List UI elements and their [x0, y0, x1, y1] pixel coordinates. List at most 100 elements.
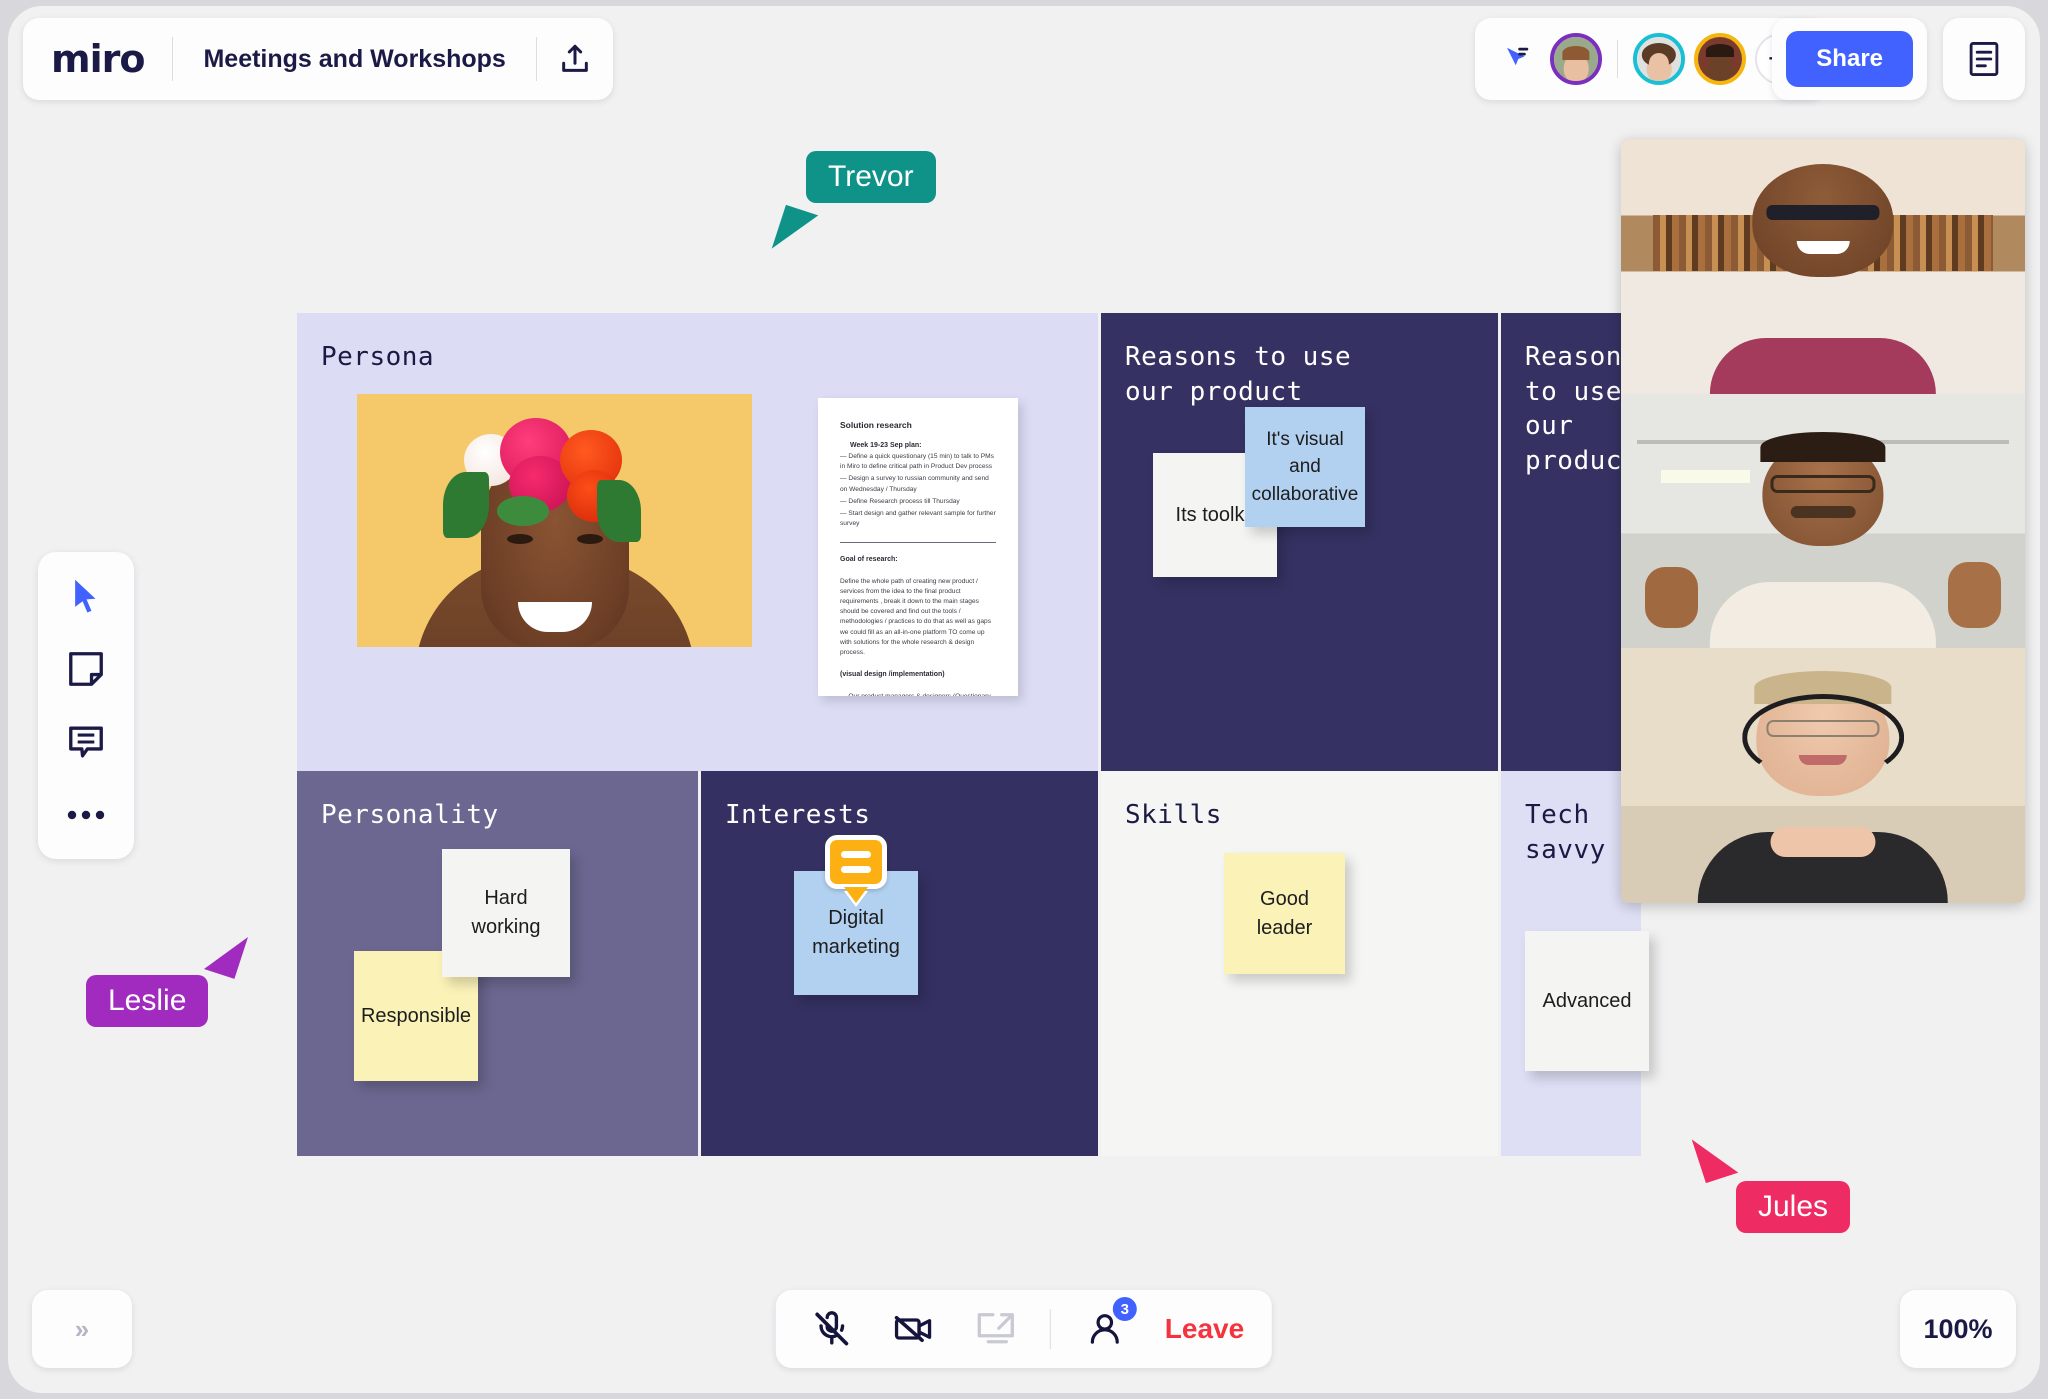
left-toolbar [38, 552, 134, 859]
tile3-hands [1770, 826, 1876, 858]
section-title-personality: Personality [321, 800, 499, 830]
section-divider [1098, 771, 1101, 1156]
section-title-persona: Persona [321, 342, 435, 372]
tile2-moustache [1790, 505, 1856, 519]
persona-photo[interactable] [357, 394, 752, 647]
tile2-hair [1760, 431, 1886, 463]
doc-title: Solution research [840, 420, 912, 430]
doc-goal-heading: Goal of research: [840, 555, 898, 563]
more-tools-icon[interactable] [57, 786, 115, 844]
mic-muted-icon[interactable] [804, 1301, 860, 1357]
comment-tool[interactable] [57, 713, 115, 771]
select-tool[interactable] [57, 567, 115, 625]
doc-plan-line: — Define a quick questionary (15 min) to… [840, 453, 994, 471]
doc-goal-body: Define the whole path of creating new pr… [840, 577, 992, 657]
upload-icon[interactable] [537, 18, 613, 100]
miro-logo[interactable]: miro [51, 37, 145, 81]
tile2-glasses [1770, 475, 1876, 493]
cursor-arrow-leslie [203, 927, 249, 979]
section-divider [1098, 313, 1101, 771]
cursor-label-leslie: Leslie [86, 975, 209, 1027]
share-button[interactable]: Share [1786, 31, 1913, 87]
avatar-member-3[interactable] [1694, 33, 1746, 85]
section-title-skills: Skills [1125, 800, 1222, 830]
cursor-label-jules: Jules [1736, 1181, 1851, 1233]
notes-panel-bar [1943, 18, 2025, 100]
board-title-bar: miro Meetings and Workshops [23, 18, 613, 100]
avatar-hair [1705, 44, 1735, 58]
doc-plan-line: — Define Research process till Thursday [840, 497, 960, 505]
avatar-hair [1562, 45, 1590, 60]
cursor-arrow-trevor [771, 204, 819, 260]
doc-divider [840, 541, 996, 543]
avatar-member-2[interactable] [1633, 33, 1685, 85]
avatar-member-1[interactable] [1550, 33, 1602, 85]
comment-badge-icon[interactable] [825, 835, 887, 889]
video-call-panel[interactable] [1621, 139, 2025, 903]
doc-note: — Our product managers & designers (Ques… [840, 692, 996, 696]
persona-eye-right [576, 534, 603, 544]
video-tile-3[interactable] [1621, 648, 2025, 903]
tile2-thumb-right [1948, 561, 2001, 628]
board-section-skills[interactable]: Skills Good leader [1098, 771, 1501, 1156]
doc-plan-line: — Start design and gather relevant sampl… [840, 510, 996, 528]
tile1-person-head [1752, 164, 1894, 277]
persona-eye-left [506, 534, 533, 544]
tile2-thumb-left [1645, 566, 1698, 628]
leaf-right [597, 480, 641, 542]
divider [1617, 40, 1618, 78]
tile3-headset [1742, 694, 1904, 781]
tile2-light [1661, 470, 1751, 483]
section-title-reasons-1: Reasons to use our product [1125, 342, 1352, 407]
participants-button[interactable]: 3 [1077, 1295, 1139, 1357]
board-section-reasons-2[interactable]: Reasons to use our product [1498, 313, 1641, 771]
comment-line [841, 866, 871, 873]
avatar-face-front [1648, 52, 1670, 74]
share-screen-icon[interactable] [968, 1301, 1024, 1357]
tile2-shirt [1709, 582, 1937, 649]
zoom-level-label: 100% [1923, 1313, 1993, 1344]
sticky-note-hard-working[interactable]: Hard working [442, 849, 570, 977]
notes-panel-icon[interactable] [1946, 18, 2022, 100]
miro-app-window: Persona Solution research Week 19-23 Sep… [8, 6, 2040, 1393]
comment-line [841, 851, 871, 858]
video-tile-2[interactable] [1621, 393, 2025, 649]
doc-visual-heading: (visual design /implementation) [840, 671, 945, 679]
board-section-interests[interactable]: Interests Digital marketing [698, 771, 1101, 1156]
section-divider [1498, 313, 1501, 771]
tile1-glasses [1766, 205, 1880, 221]
page-title[interactable]: Meetings and Workshops [173, 45, 535, 74]
share-bar: Share [1772, 18, 1927, 100]
avatar-face [1707, 53, 1733, 81]
board-section-tech-savvy[interactable]: Tech savvy Advanced [1498, 771, 1649, 1156]
document-card[interactable]: Solution research Week 19-23 Sep plan: —… [818, 398, 1018, 696]
sticky-note-visual-collaborative[interactable]: It's visual and collaborative [1245, 407, 1365, 527]
leave-button[interactable]: Leave [1159, 1313, 1244, 1345]
leaf-center [497, 496, 549, 526]
board-canvas[interactable]: Persona Solution research Week 19-23 Sep… [297, 313, 1649, 1156]
section-divider [698, 771, 701, 1156]
camera-muted-icon[interactable] [886, 1301, 942, 1357]
board-section-persona[interactable]: Persona Solution research Week 19-23 Sep… [297, 313, 1101, 771]
video-tile-1[interactable] [1621, 139, 2025, 394]
cursor-label-trevor: Trevor [806, 151, 936, 203]
zoom-level-control[interactable]: 100% [1900, 1290, 2016, 1368]
participants-count-badge: 3 [1110, 1295, 1139, 1323]
leaf-left [443, 472, 489, 538]
doc-plan-line: — Design a survey to russian community a… [840, 475, 989, 493]
tile1-smile [1796, 240, 1850, 254]
section-title-interests: Interests [725, 800, 871, 830]
expand-chevrons-icon: » [74, 1313, 90, 1344]
expand-panel-button[interactable]: » [32, 1290, 132, 1368]
board-section-reasons-1[interactable]: Reasons to use our product Its toolkit I… [1098, 313, 1501, 771]
board-section-personality[interactable]: Personality Responsible Hard working [297, 771, 701, 1156]
cursor-arrow-jules [1691, 1128, 1739, 1184]
meeting-controls-bar: 3 Leave [775, 1290, 1273, 1368]
section-divider [1498, 771, 1501, 1156]
sticky-note-tool[interactable] [57, 640, 115, 698]
tile1-shirt [1709, 337, 1937, 394]
cursor-share-icon[interactable] [1493, 18, 1541, 100]
sticky-note-good-leader[interactable]: Good leader [1224, 853, 1345, 974]
divider [1049, 1309, 1051, 1349]
sticky-note-advanced[interactable]: Advanced [1525, 931, 1649, 1071]
